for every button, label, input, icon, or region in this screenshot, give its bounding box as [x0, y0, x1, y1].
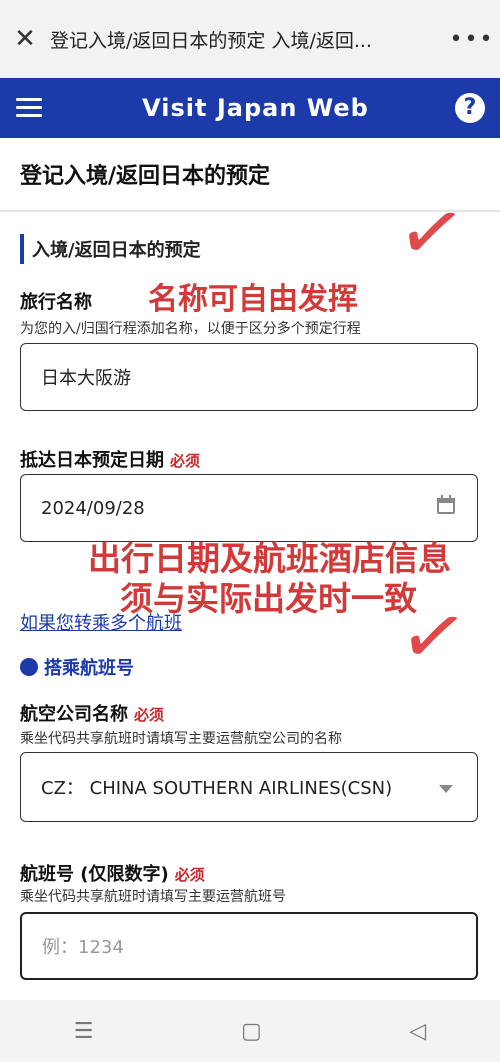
flight-number-label-text: 航班号 (仅限数字): [20, 864, 169, 885]
annotation-consistent: 须与实际出发时一致: [120, 579, 417, 618]
airline-select[interactable]: CZ： CHINA SOUTHERN AIRLINES(CSN): [20, 752, 478, 822]
page-title: 登记入境/返回日本的预定: [20, 164, 271, 189]
browser-title: 登记入境/返回日本的预定 入境/返回...: [50, 29, 372, 52]
menu-icon[interactable]: ☰: [74, 1019, 94, 1044]
dropdown-caret-icon: [439, 785, 453, 793]
trip-name-label: 旅行名称: [20, 292, 92, 313]
bullet-dot-icon: [20, 658, 38, 676]
flight-section-header: 搭乘航班号: [20, 654, 134, 680]
browser-top-bar: ✕ 登记入境/返回日本的预定 入境/返回... •••: [0, 0, 500, 78]
required-badge: 必须: [134, 706, 165, 724]
airline-selected-value: CZ： CHINA SOUTHERN AIRLINES(CSN): [41, 778, 393, 799]
checkmark-icon: ✓: [392, 584, 475, 689]
help-icon[interactable]: ?: [454, 93, 485, 123]
arrival-date-label-text: 抵达日本预定日期: [20, 450, 164, 471]
annotation-name-free: 名称可自由发挥: [148, 282, 358, 317]
close-icon[interactable]: ✕: [0, 24, 50, 54]
home-icon[interactable]: ▢: [241, 1019, 262, 1044]
section-header: 入境/返回日本的预定: [20, 234, 201, 264]
system-nav-bar: ☰ ▢ ◁: [0, 1000, 500, 1062]
required-badge: 必须: [170, 452, 201, 470]
hamburger-menu-icon[interactable]: [0, 78, 56, 138]
airline-label: 航空公司名称 必须: [20, 700, 164, 726]
flight-number-input[interactable]: 例：1234: [20, 912, 478, 980]
flight-number-placeholder: 例：1234: [42, 937, 124, 958]
airline-label-text: 航空公司名称: [20, 704, 128, 725]
calendar-icon[interactable]: [437, 495, 457, 515]
required-badge: 必须: [174, 866, 205, 884]
section-header-label: 入境/返回日本的预定: [32, 240, 201, 261]
arrival-date-label: 抵达日本预定日期 必须: [20, 446, 200, 472]
flight-number-label: 航班号 (仅限数字) 必须: [20, 860, 205, 886]
flight-number-hint: 乘坐代码共享航班时请填写主要运营航班号: [20, 889, 286, 905]
arrival-date-value: 2024/09/28: [41, 497, 145, 519]
trip-name-input[interactable]: 日本大阪游: [20, 343, 478, 411]
back-icon[interactable]: ◁: [409, 1019, 426, 1044]
checkmark-icon: ✓: [390, 180, 473, 285]
trip-name-value: 日本大阪游: [41, 368, 131, 389]
app-header: Visit Japan Web ?: [0, 78, 500, 138]
more-options-icon[interactable]: •••: [444, 27, 500, 52]
airline-hint: 乘坐代码共享航班时请填写主要运营航空公司的名称: [20, 731, 342, 747]
app-title: Visit Japan Web: [142, 94, 369, 122]
trip-name-hint: 为您的入/归国行程添加名称，以便于区分多个预定行程: [20, 321, 361, 337]
flight-section-title: 搭乘航班号: [44, 658, 134, 679]
